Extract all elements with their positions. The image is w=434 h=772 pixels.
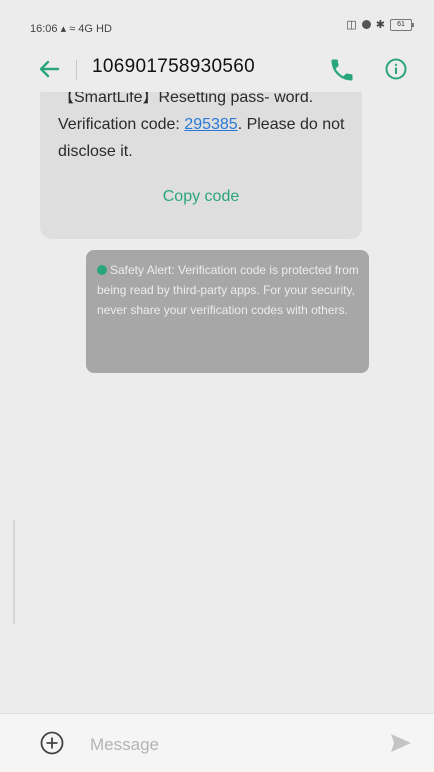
shield-icon [97, 265, 107, 275]
message-input[interactable] [88, 730, 362, 760]
wifi-icon: ≈ [69, 23, 76, 35]
incoming-message-bubble[interactable]: 【SmartLife】Resetting pass- word. Verific… [40, 92, 362, 239]
battery-icon: 61 [390, 18, 414, 31]
phone-icon [331, 59, 353, 81]
info-button[interactable] [382, 55, 410, 83]
message-text: 【SmartLife】Resetting pass- word. Verific… [58, 92, 354, 165]
info-icon [385, 58, 407, 80]
status-time: 16:06 [30, 23, 58, 35]
status-left: 16:06 ▴ ≈ 4G HD [30, 22, 112, 35]
safety-alert: Safety Alert: Verification code is prote… [97, 260, 359, 320]
copy-code-button[interactable]: Copy code [40, 188, 362, 206]
message-composer [0, 713, 434, 772]
send-icon [391, 734, 411, 752]
scroll-indicator [13, 520, 15, 624]
alarm-icon [361, 20, 371, 29]
signal-text: 4G [78, 23, 93, 35]
signal-icon: ▴ [60, 23, 67, 35]
message-list[interactable]: 【SmartLife】Resetting pass- word. Verific… [0, 92, 434, 702]
header-divider [76, 60, 77, 80]
conversation-header: 106901758930560 [0, 46, 434, 92]
status-right: ◫ ✱ 61 [346, 18, 414, 31]
back-arrow-icon [39, 60, 60, 78]
network-label: HD [96, 23, 112, 35]
verification-code-link[interactable]: 295385 [184, 116, 237, 133]
status-bar: 16:06 ▴ ≈ 4G HD ◫ ✱ 61 [0, 0, 434, 38]
bluetooth-icon: ✱ [375, 19, 385, 31]
safety-alert-bubble: Safety Alert: Verification code is prote… [86, 250, 369, 373]
call-button[interactable] [328, 56, 356, 84]
vibrate-icon: ◫ [346, 19, 357, 31]
back-button[interactable] [34, 56, 64, 82]
send-button[interactable] [387, 730, 415, 756]
contact-number: 106901758930560 [92, 56, 256, 77]
add-circle-icon [40, 731, 64, 755]
add-attachment-button[interactable] [39, 730, 65, 756]
safety-alert-text: Safety Alert: Verification code is prote… [97, 263, 359, 317]
